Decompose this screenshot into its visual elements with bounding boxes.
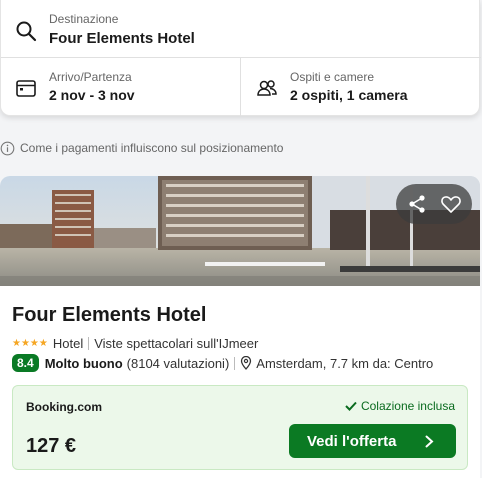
location-pin-icon (241, 356, 252, 370)
search-panel: Destinazione Four Elements Hotel Arrivo/… (0, 0, 481, 116)
info-icon (0, 141, 15, 155)
people-icon (257, 80, 277, 96)
review-score-badge: 8.4 (12, 354, 39, 372)
offer-provider: Booking.com (26, 400, 103, 414)
hotel-photo[interactable] (0, 176, 480, 286)
photo-actions (396, 184, 472, 224)
hotel-meta: ★★★★ Hotel Viste spettacolari sull'IJmee… (12, 335, 258, 351)
check-icon (345, 401, 357, 411)
dates-value: 2 nov - 3 nov (49, 87, 135, 103)
review-count: (8104 valutazioni) (126, 355, 230, 371)
payment-ranking-info[interactable]: Come i pagamenti influiscono sul posizio… (0, 139, 283, 157)
hotel-rating-row: 8.4 Molto buono (8104 valutazioni) Amste… (12, 353, 433, 373)
divider (88, 336, 90, 350)
payment-ranking-text: Come i pagamenti influiscono sul posizio… (20, 141, 284, 155)
hotel-type: Hotel (52, 335, 84, 351)
view-deal-label: Vedi l'offerta (307, 432, 397, 450)
amenity-text: Colazione inclusa (360, 399, 455, 413)
hotel-name[interactable]: Four Elements Hotel (12, 304, 206, 327)
rating-label: Molto buono (44, 355, 123, 371)
calendar-icon (16, 80, 36, 97)
divider (234, 356, 236, 370)
guests-value: 2 ospiti, 1 camera (290, 87, 408, 103)
destination-label: Destinazione (49, 12, 119, 26)
dates-label: Arrivo/Partenza (49, 70, 132, 84)
guests-label: Ospiti e camere (290, 70, 375, 84)
guests-field[interactable]: Ospiti e camere 2 ospiti, 1 camera (242, 58, 481, 116)
destination-value: Four Elements Hotel (49, 30, 195, 47)
share-icon[interactable] (406, 193, 428, 215)
hotel-tagline: Viste spettacolari sull'IJmeer (94, 335, 259, 351)
heart-icon[interactable] (440, 193, 462, 215)
hotel-location: Amsterdam, 7.7 km da: Centro (256, 355, 434, 371)
star-rating: ★★★★ (12, 337, 48, 349)
offer-price: 127 € (26, 435, 77, 457)
dates-field[interactable]: Arrivo/Partenza 2 nov - 3 nov (1, 58, 241, 116)
offer-box[interactable]: Booking.com Colazione inclusa 127 € Vedi… (12, 385, 468, 470)
breakfast-included: Colazione inclusa (345, 399, 455, 413)
chevron-right-icon (425, 435, 434, 448)
hotel-result-card[interactable]: Four Elements Hotel ★★★★ Hotel Viste spe… (0, 176, 480, 478)
view-deal-button[interactable]: Vedi l'offerta (289, 424, 456, 458)
search-icon (16, 21, 37, 42)
destination-field[interactable]: Destinazione Four Elements Hotel (1, 0, 481, 58)
